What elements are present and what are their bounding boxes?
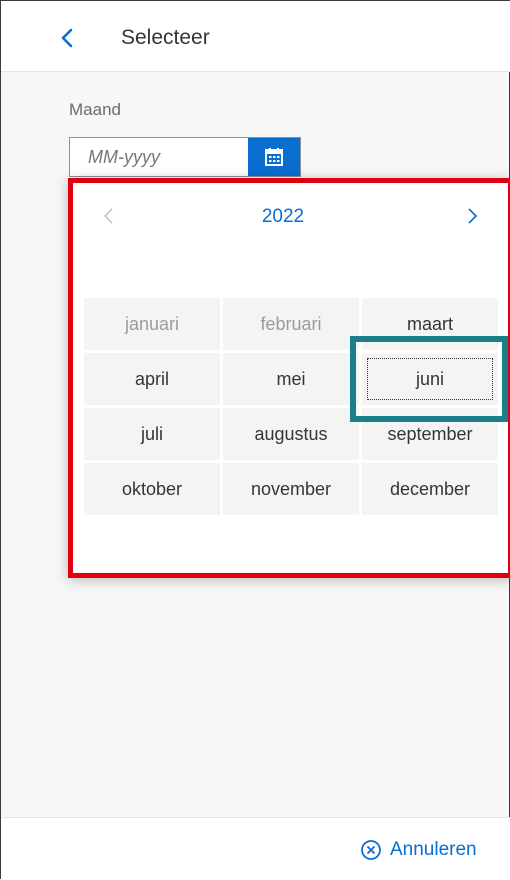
- month-cell-april[interactable]: april: [84, 353, 220, 405]
- cancel-label: Annuleren: [390, 839, 477, 860]
- month-cell-juni[interactable]: juni: [362, 353, 498, 405]
- month-label: oktober: [121, 478, 183, 499]
- calendar-button[interactable]: [248, 138, 300, 176]
- chevron-left-icon: [61, 28, 73, 48]
- month-cell-november[interactable]: november: [223, 463, 359, 515]
- next-year-button[interactable]: [457, 201, 487, 231]
- month-grid: januari februari maart april mei juni ju…: [84, 298, 498, 515]
- month-cell-januari: januari: [84, 298, 220, 350]
- month-label: mei: [276, 368, 306, 389]
- month-label: augustus: [254, 423, 328, 444]
- cancel-circle-icon: [361, 840, 381, 860]
- month-cell-maart[interactable]: maart: [362, 298, 498, 350]
- page-title: Selecteer: [121, 26, 210, 49]
- month-label: januari: [124, 313, 180, 334]
- chevron-right-icon: [468, 208, 478, 224]
- month-input-wrapper: [69, 137, 301, 177]
- month-cell-september[interactable]: september: [362, 408, 498, 460]
- chevron-left-icon: [103, 208, 113, 224]
- month-cell-oktober[interactable]: oktober: [84, 463, 220, 515]
- month-label: april: [134, 368, 169, 389]
- month-label: september: [387, 423, 473, 444]
- month-label: december: [389, 478, 471, 499]
- month-label: februari: [260, 313, 322, 334]
- year-button[interactable]: 2022: [236, 202, 330, 232]
- previous-year-button[interactable]: [94, 201, 124, 231]
- month-label: november: [250, 478, 332, 499]
- month-input[interactable]: [70, 138, 248, 176]
- month-cell-februari: februari: [223, 298, 359, 350]
- month-cell-december[interactable]: december: [362, 463, 498, 515]
- month-label: juli: [140, 423, 163, 444]
- month-cell-mei[interactable]: mei: [223, 353, 359, 405]
- calendar-icon: [265, 148, 283, 166]
- month-cell-juli[interactable]: juli: [84, 408, 220, 460]
- focus-ring: [367, 358, 493, 400]
- month-cell-augustus[interactable]: augustus: [223, 408, 359, 460]
- back-button[interactable]: [52, 22, 84, 54]
- month-label: maart: [406, 313, 453, 334]
- cancel-button[interactable]: Annuleren: [360, 833, 477, 867]
- month-field-label: Maand: [69, 100, 121, 119]
